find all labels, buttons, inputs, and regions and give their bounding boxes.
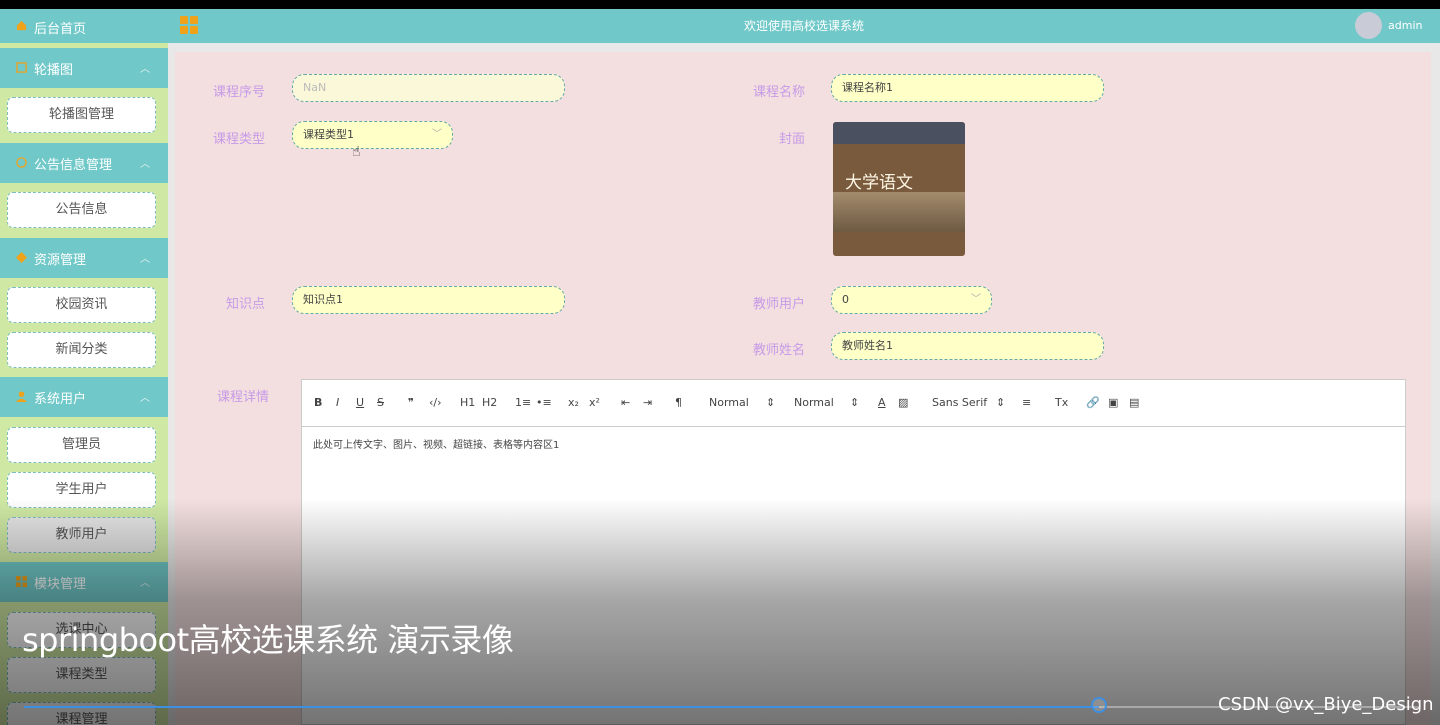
hand-cursor-icon: ☝: [352, 144, 361, 160]
teacher-name-label: 教师姓名: [752, 343, 805, 358]
teacher-user-value: 0: [842, 293, 849, 306]
ordered-list-button[interactable]: 1≡: [515, 396, 531, 409]
page-title: 欢迎使用高校选课系统: [743, 19, 864, 33]
teacher-user-label: 教师用户: [752, 297, 805, 312]
size-select[interactable]: Normal: [709, 396, 749, 409]
user-icon: [16, 391, 27, 402]
sidebar-item-notice[interactable]: 公告信息: [7, 192, 156, 228]
header-select[interactable]: Normal: [794, 396, 834, 409]
sidebar-item-student[interactable]: 学生用户: [7, 472, 156, 508]
course-no-input[interactable]: NaN: [292, 74, 565, 102]
editor-content[interactable]: 此处可上传文字、图片、视频、超链接、表格等内容区1: [313, 436, 559, 451]
sidebar-group-system-user[interactable]: 系统用户 ︿: [0, 377, 168, 417]
sidebar-group-label: 系统用户: [34, 392, 87, 407]
sidebar-group-label: 模块管理: [34, 577, 87, 592]
top-black-bar: [0, 0, 1440, 9]
bullet-list-button[interactable]: •≡: [536, 396, 552, 409]
cover-title: 大学语文: [845, 173, 913, 193]
underline-button[interactable]: U: [356, 396, 364, 409]
sidebar-item-news-category[interactable]: 新闻分类: [7, 332, 156, 368]
italic-button[interactable]: I: [336, 396, 339, 409]
course-type-select[interactable]: 课程类型1 ﹀: [292, 121, 453, 149]
h2-button[interactable]: H2: [482, 396, 497, 409]
chevron-up-icon: ︿: [140, 159, 150, 170]
chevron-up-icon: ︿: [140, 578, 150, 589]
subscript-button[interactable]: x₂: [568, 396, 579, 409]
cover-image[interactable]: 大学语文: [833, 122, 965, 256]
background-color-button[interactable]: ▨: [898, 396, 908, 409]
knowledge-label: 知识点: [225, 297, 265, 312]
top-header: 欢迎使用高校选课系统 admin: [168, 9, 1440, 43]
cover-label: 封面: [778, 132, 805, 147]
strike-button[interactable]: S: [377, 396, 384, 409]
course-no-label: 课程序号: [212, 85, 265, 100]
font-family-select[interactable]: Sans Serif: [932, 396, 987, 409]
align-button[interactable]: ≡: [1022, 396, 1031, 409]
sidebar-group-notice[interactable]: 公告信息管理 ︿: [0, 143, 168, 183]
code-button[interactable]: ‹/›: [429, 396, 442, 409]
link-icon[interactable]: 🔗: [1086, 396, 1100, 409]
chevron-up-icon: ︿: [140, 393, 150, 404]
video-icon[interactable]: ▤: [1129, 396, 1139, 409]
chevron-up-icon: ︿: [140, 254, 150, 265]
video-caption: springboot高校选课系统 演示录像: [22, 621, 514, 659]
avatar[interactable]: [1355, 12, 1382, 39]
cover-landscape: [833, 192, 965, 232]
video-progress-knob[interactable]: [1090, 697, 1107, 713]
clear-format-button[interactable]: Tx: [1055, 396, 1068, 409]
sidebar-group-module[interactable]: 模块管理 ︿: [0, 562, 168, 602]
video-progress-bar[interactable]: [24, 697, 1418, 713]
username[interactable]: admin: [1388, 19, 1422, 32]
image-icon[interactable]: ▣: [1108, 396, 1118, 409]
chevron-updown-icon: ⇕: [850, 396, 860, 409]
sidebar-item-teacher[interactable]: 教师用户: [7, 517, 156, 553]
sidebar-item-campus-news[interactable]: 校园资讯: [7, 287, 156, 323]
teacher-name-input[interactable]: 教师姓名1: [831, 332, 1104, 360]
course-type-value: 课程类型1: [303, 128, 354, 141]
font-color-button[interactable]: A: [878, 396, 886, 409]
sidebar-group-resource[interactable]: 资源管理 ︿: [0, 238, 168, 278]
rich-text-editor[interactable]: B I U S ❞ ‹/› H1 H2 1≡ •≡ x₂ x² ⇤ ⇥ ¶ No…: [301, 379, 1406, 725]
editor-toolbar: B I U S ❞ ‹/› H1 H2 1≡ •≡ x₂ x² ⇤ ⇥ ¶ No…: [302, 380, 1405, 427]
detail-label: 课程详情: [216, 390, 269, 405]
sidebar-group-label: 公告信息管理: [34, 158, 113, 173]
chevron-updown-icon: ⇕: [766, 396, 776, 409]
sidebar-home-label: 后台首页: [34, 22, 87, 37]
sidebar-item-admin[interactable]: 管理员: [7, 427, 156, 463]
cover-band: [833, 122, 965, 144]
chevron-up-icon: ︿: [140, 64, 150, 75]
chevron-updown-icon: ⇕: [996, 396, 1006, 409]
module-icon: [16, 576, 27, 587]
sidebar-group-label: 资源管理: [34, 253, 87, 268]
teacher-user-select[interactable]: 0 ﹀: [831, 286, 992, 314]
notice-icon: [16, 157, 27, 168]
course-name-label: 课程名称: [752, 85, 805, 100]
watermark: CSDN @vx_Biye_Design: [1218, 694, 1434, 715]
sidebar-group-carousel[interactable]: 轮播图 ︿: [0, 48, 168, 88]
outdent-button[interactable]: ⇤: [621, 396, 630, 409]
sidebar-item-course-type[interactable]: 课程类型: [7, 657, 156, 693]
home-icon: [16, 20, 27, 31]
blockquote-button[interactable]: ❞: [408, 396, 414, 409]
indent-button[interactable]: ⇥: [643, 396, 652, 409]
image-icon: [16, 62, 27, 73]
direction-button[interactable]: ¶: [675, 396, 682, 409]
h1-button[interactable]: H1: [460, 396, 475, 409]
course-type-label: 课程类型: [212, 132, 265, 147]
bold-button[interactable]: B: [314, 396, 322, 409]
chevron-down-icon: ﹀: [971, 294, 981, 305]
course-name-input[interactable]: 课程名称1: [831, 74, 1104, 102]
chevron-down-icon: ﹀: [432, 129, 442, 140]
sidebar-home[interactable]: 后台首页: [0, 9, 168, 43]
sidebar-group-label: 轮播图: [34, 63, 74, 78]
superscript-button[interactable]: x²: [589, 396, 600, 409]
sidebar-item-carousel-manage[interactable]: 轮播图管理: [7, 97, 156, 133]
knowledge-input[interactable]: 知识点1: [292, 286, 565, 314]
diamond-icon: [16, 252, 27, 263]
video-progress-fill: [24, 706, 1099, 708]
